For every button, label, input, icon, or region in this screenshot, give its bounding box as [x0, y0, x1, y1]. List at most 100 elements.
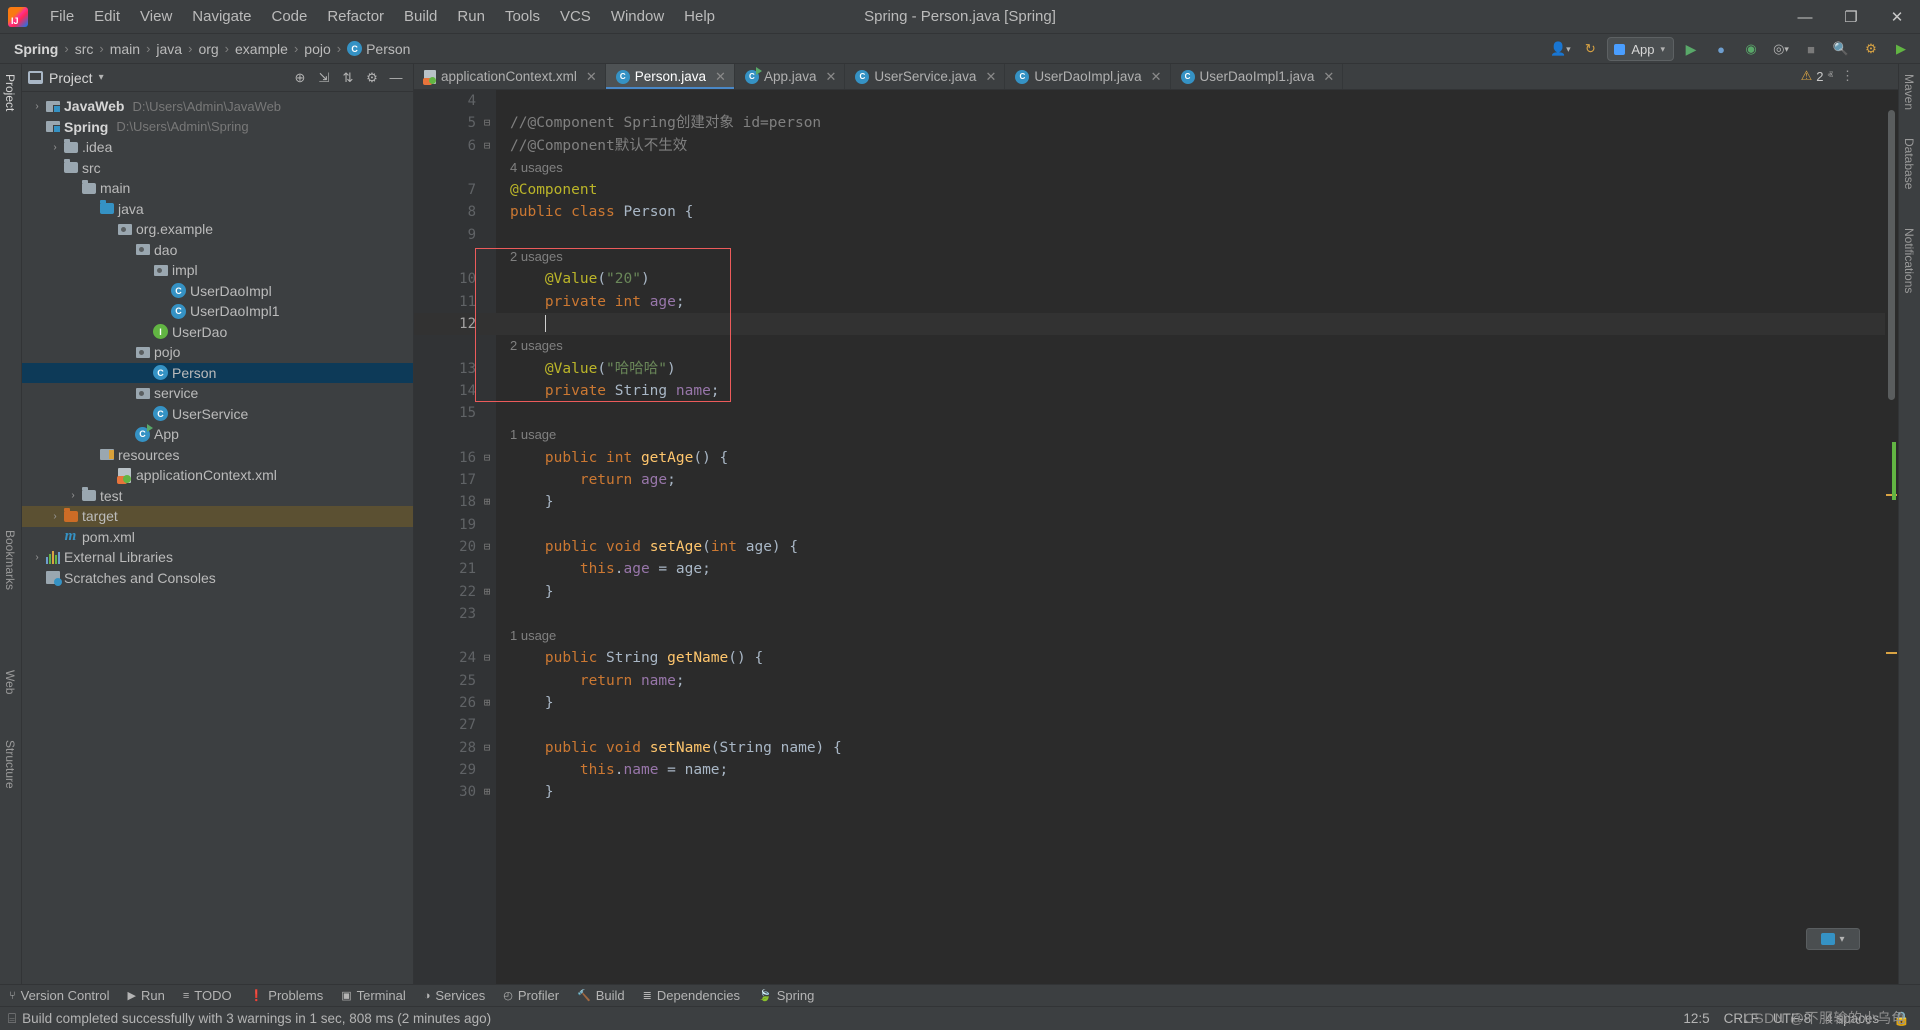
tree-item-userservice[interactable]: C UserService [22, 404, 413, 425]
tree-item-javaweb[interactable]: › JavaWeb D:\Users\Admin\JavaWeb [22, 96, 413, 117]
code-line-25[interactable]: 25 return name; [414, 670, 1898, 692]
code-line-15[interactable]: 15 [414, 402, 1898, 424]
tool-window-structure[interactable]: Structure [0, 734, 20, 795]
tree-expand-arrow-icon[interactable]: ⱟ [120, 388, 134, 399]
locate-file-icon[interactable]: ⊕ [289, 67, 311, 89]
code-fold-icon[interactable]: ⊞ [480, 781, 494, 803]
bottom-tool-todo[interactable]: ≡ TODO [174, 986, 241, 1005]
breadcrumb-item-src[interactable]: src [71, 39, 98, 59]
breadcrumb-item-example[interactable]: example [231, 39, 292, 59]
editor-tab-person-java[interactable]: C Person.java ✕ [606, 64, 735, 89]
code-fold-icon[interactable]: ⊞ [480, 491, 494, 513]
tree-expand-arrow-icon[interactable]: ⱟ [102, 224, 116, 235]
expand-all-icon[interactable]: ⇲ [313, 67, 335, 89]
menu-refactor[interactable]: Refactor [317, 4, 394, 29]
code-line-19[interactable]: 19 [414, 514, 1898, 536]
tree-item-pojo[interactable]: ⱟ pojo [22, 342, 413, 363]
code-line-17[interactable]: 17 return age; [414, 469, 1898, 491]
code-fold-icon[interactable]: ⊟ [480, 536, 494, 558]
code-line-4[interactable]: 4 [414, 90, 1898, 112]
minimize-button[interactable]: — [1782, 0, 1828, 34]
breadcrumb-item-pojo[interactable]: pojo [300, 39, 334, 59]
tree-expand-arrow-icon[interactable]: ⱟ [48, 162, 62, 173]
tree-expand-arrow-icon[interactable]: ⱟ [84, 449, 98, 460]
indent-status-popup[interactable]: ▾ [1806, 928, 1860, 950]
tree-item-person[interactable]: C Person [22, 363, 413, 384]
project-tree[interactable]: › JavaWeb D:\Users\Admin\JavaWeb ⱟ Spring D:\… [22, 92, 413, 588]
tree-item-impl[interactable]: ⱟ impl [22, 260, 413, 281]
tree-expand-arrow-icon[interactable]: › [30, 101, 44, 112]
code-fold-icon[interactable]: ⊟ [480, 135, 494, 157]
bottom-tool-services[interactable]: ◑ Services [415, 986, 495, 1005]
menu-file[interactable]: File [40, 4, 84, 29]
tree-item-main[interactable]: ⱟ main [22, 178, 413, 199]
main-menu[interactable]: File Edit View Navigate Code Refactor Bu… [40, 4, 725, 29]
code-line-30[interactable]: 30 ⊞ } [414, 781, 1898, 803]
code-fold-icon[interactable]: ⊟ [480, 737, 494, 759]
tool-window-project[interactable]: Project [0, 68, 20, 117]
tree-expand-arrow-icon[interactable]: ⱟ [30, 121, 44, 132]
inspection-widget[interactable]: ⚠ 2 ⱏ ⱟ ⋮ [1801, 68, 1854, 84]
breadcrumb-item-person[interactable]: C Person [343, 39, 414, 59]
tree-item-target[interactable]: › target [22, 506, 413, 527]
code-line-20[interactable]: 20 ⊟ public void setAge(int age) { [414, 536, 1898, 558]
warning-marker[interactable] [1886, 652, 1897, 654]
menu-tools[interactable]: Tools [495, 4, 550, 29]
code-line-5[interactable]: 5 ⊟ //@Component Spring创建对象 id=person [414, 112, 1898, 134]
bottom-tool-run[interactable]: ▶ Run [119, 986, 174, 1005]
tree-expand-arrow-icon[interactable]: ⱟ [66, 183, 80, 194]
code-line-29[interactable]: 29 this.name = name; [414, 759, 1898, 781]
usage-hint[interactable]: 1 usage [414, 424, 1898, 446]
menu-help[interactable]: Help [674, 4, 725, 29]
code-line-27[interactable]: 27 [414, 714, 1898, 736]
code-line-10[interactable]: 10 @Value("20") [414, 268, 1898, 290]
breadcrumb-item-org[interactable]: org [194, 39, 222, 59]
code-line-26[interactable]: 26 ⊞ } [414, 692, 1898, 714]
code-line-9[interactable]: 9 [414, 224, 1898, 246]
editor-tab-applicationcontext-xml[interactable]: applicationContext.xml ✕ [414, 64, 606, 89]
bottom-tool-terminal[interactable]: ▣ Terminal [332, 986, 415, 1005]
tree-item--idea[interactable]: › .idea [22, 137, 413, 158]
code-line-6[interactable]: 6 ⊟//@Component默认不生效 [414, 135, 1898, 157]
bottom-tool-version-control[interactable]: ⑂ Version Control [0, 986, 119, 1005]
tree-expand-arrow-icon[interactable]: › [48, 142, 62, 153]
code-line-18[interactable]: 18 ⊞ } [414, 491, 1898, 513]
profile-button[interactable]: ◎ ▾ [1768, 37, 1794, 61]
code-line-22[interactable]: 22 ⊞ } [414, 581, 1898, 603]
tool-window-web[interactable]: Web [0, 664, 20, 700]
run-with-coverage-button[interactable]: ◉ [1738, 37, 1764, 61]
tree-item-app[interactable]: C App [22, 424, 413, 445]
tree-item-spring[interactable]: ⱟ Spring D:\Users\Admin\Spring [22, 117, 413, 138]
tree-item-userdaoimpl[interactable]: C UserDaoImpl [22, 281, 413, 302]
debug-button[interactable]: ● [1708, 37, 1734, 61]
tree-item-resources[interactable]: ⱟ resources [22, 445, 413, 466]
editor-tab-app-java[interactable]: C App.java ✕ [735, 64, 845, 89]
project-panel-title-group[interactable]: Project ▾ [28, 70, 104, 86]
tree-item-external-libraries[interactable]: › External Libraries [22, 547, 413, 568]
tree-expand-arrow-icon[interactable]: › [48, 511, 62, 522]
prev-problem-icon[interactable]: ⱏ [1828, 70, 1833, 83]
code-line-23[interactable]: 23 [414, 603, 1898, 625]
usage-hint[interactable]: 2 usages [414, 335, 1898, 357]
menu-run[interactable]: Run [447, 4, 495, 29]
panel-settings-icon[interactable]: ⚙ [361, 67, 383, 89]
tool-window-notifications[interactable]: Notifications [1899, 222, 1919, 299]
hide-panel-icon[interactable]: — [385, 67, 407, 89]
stop-button[interactable]: ■ [1798, 37, 1824, 61]
code-line-14[interactable]: 14 private String name; [414, 380, 1898, 402]
code-content[interactable]: 4 5 ⊟//@Component Spring创建对象 id=person 6 ⊟//… [414, 90, 1898, 984]
code-line-24[interactable]: 24 ⊟ public String getName() { [414, 647, 1898, 669]
settings-icon[interactable]: ⚙ [1858, 37, 1884, 61]
tree-item-org-example[interactable]: ⱟ org.example [22, 219, 413, 240]
tool-window-bookmarks[interactable]: Bookmarks [0, 524, 20, 596]
ide-update-icon[interactable]: ▶ [1888, 37, 1914, 61]
code-line-12[interactable]: 12 [414, 313, 1898, 335]
run-button[interactable]: ▶ [1678, 37, 1704, 61]
tree-item-userdaoimpl1[interactable]: C UserDaoImpl1 [22, 301, 413, 322]
usage-hint[interactable]: 4 usages [414, 157, 1898, 179]
tree-expand-arrow-icon[interactable]: › [66, 490, 80, 501]
tool-window-database[interactable]: Database [1899, 132, 1919, 195]
tree-item-dao[interactable]: ⱟ dao [22, 240, 413, 261]
code-fold-icon[interactable]: ⊞ [480, 692, 494, 714]
bottom-tool-build[interactable]: 🔨 Build [568, 986, 634, 1005]
